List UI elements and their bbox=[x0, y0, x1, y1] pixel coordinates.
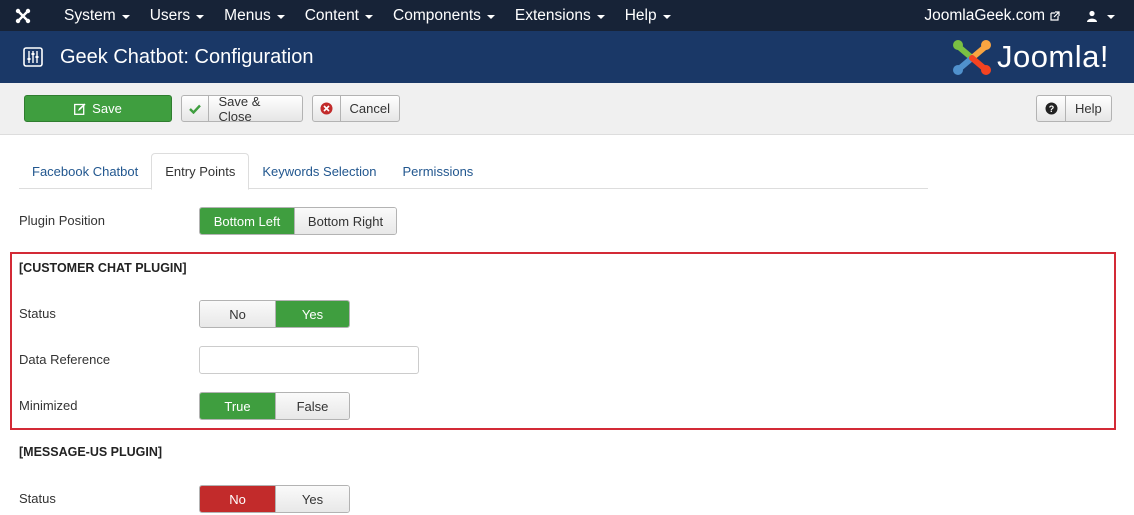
joomla-logo: Joomla! bbox=[951, 37, 1109, 77]
highlight-box bbox=[10, 252, 1116, 430]
message-us-section-title: [MESSAGE-US PLUGIN] bbox=[19, 445, 163, 459]
question-circle-icon: ? bbox=[1045, 102, 1057, 115]
sliders-icon bbox=[23, 47, 43, 67]
option-false[interactable]: False bbox=[275, 393, 349, 419]
option-bottom-left[interactable]: Bottom Left bbox=[200, 208, 294, 234]
customer-chat-section-title: [CUSTOMER CHAT PLUGIN] bbox=[19, 261, 187, 275]
option-true[interactable]: True bbox=[200, 393, 275, 419]
menu-components[interactable]: Components bbox=[383, 0, 505, 31]
menu-system[interactable]: System bbox=[46, 0, 140, 31]
page-title: Geek Chatbot: Configuration bbox=[60, 45, 314, 68]
menu-extensions[interactable]: Extensions bbox=[505, 0, 615, 31]
data-reference-label: Data Reference bbox=[19, 352, 111, 367]
svg-text:?: ? bbox=[1048, 104, 1054, 114]
menu-users[interactable]: Users bbox=[140, 0, 214, 31]
joomla-logo-text: Joomla! bbox=[996, 39, 1109, 74]
external-link-icon bbox=[1050, 10, 1060, 21]
cancel-circle-icon bbox=[320, 102, 333, 115]
top-navbar: System Users Menus Content Components Ex… bbox=[0, 0, 1134, 31]
data-reference-input[interactable] bbox=[199, 346, 419, 374]
cancel-button[interactable]: Cancel bbox=[312, 95, 400, 122]
joomla-nav-icon[interactable] bbox=[0, 0, 46, 31]
tab-keywords-selection[interactable]: Keywords Selection bbox=[249, 153, 389, 189]
plugin-position-toggle: Bottom Left Bottom Right bbox=[199, 207, 397, 235]
caret-down-icon bbox=[662, 14, 671, 19]
customer-chat-status-label: Status bbox=[19, 306, 56, 321]
main-menu: System Users Menus Content Components Ex… bbox=[46, 0, 681, 31]
tab-entry-points[interactable]: Entry Points bbox=[151, 153, 250, 190]
message-us-status-toggle: No Yes bbox=[199, 485, 350, 513]
site-link[interactable]: JoomlaGeek.com bbox=[924, 7, 1086, 25]
edit-icon bbox=[74, 103, 86, 115]
minimized-label: Minimized bbox=[19, 398, 78, 413]
save-close-button[interactable]: Save & Close bbox=[181, 94, 303, 124]
caret-down-icon bbox=[121, 14, 130, 19]
help-button[interactable]: ? Help bbox=[1036, 95, 1112, 122]
caret-down-icon bbox=[196, 14, 205, 19]
tab-bar: Facebook Chatbot Entry Points Keywords S… bbox=[19, 153, 928, 190]
caret-down-icon bbox=[365, 14, 373, 19]
toolbar: Save Save & Close Cancel ? Help bbox=[0, 83, 1134, 135]
menu-help[interactable]: Help bbox=[615, 0, 681, 31]
caret-down-icon bbox=[596, 14, 605, 19]
menu-content[interactable]: Content bbox=[295, 0, 383, 31]
option-no[interactable]: No bbox=[200, 486, 275, 512]
save-button[interactable]: Save bbox=[24, 95, 172, 122]
joomla-logo-icon bbox=[952, 40, 991, 75]
page-header: Geek Chatbot: Configuration Joomla! bbox=[0, 31, 1134, 83]
check-icon bbox=[189, 104, 202, 114]
message-us-status-label: Status bbox=[19, 491, 56, 506]
customer-chat-status-toggle: No Yes bbox=[199, 300, 350, 328]
minimized-toggle: True False bbox=[199, 392, 350, 420]
tab-permissions[interactable]: Permissions bbox=[390, 153, 487, 189]
tab-facebook-chatbot[interactable]: Facebook Chatbot bbox=[19, 153, 151, 189]
option-bottom-right[interactable]: Bottom Right bbox=[294, 208, 396, 234]
menu-menus[interactable]: Menus bbox=[214, 0, 295, 31]
caret-down-icon bbox=[276, 14, 285, 19]
option-yes[interactable]: Yes bbox=[275, 486, 349, 512]
caret-down-icon bbox=[486, 14, 495, 19]
option-yes[interactable]: Yes bbox=[275, 301, 349, 327]
caret-down-icon bbox=[1107, 14, 1115, 19]
user-icon bbox=[1087, 10, 1097, 22]
option-no[interactable]: No bbox=[200, 301, 275, 327]
plugin-position-label: Plugin Position bbox=[19, 213, 105, 228]
navbar-right: JoomlaGeek.com bbox=[924, 0, 1134, 31]
user-menu[interactable] bbox=[1086, 10, 1134, 22]
